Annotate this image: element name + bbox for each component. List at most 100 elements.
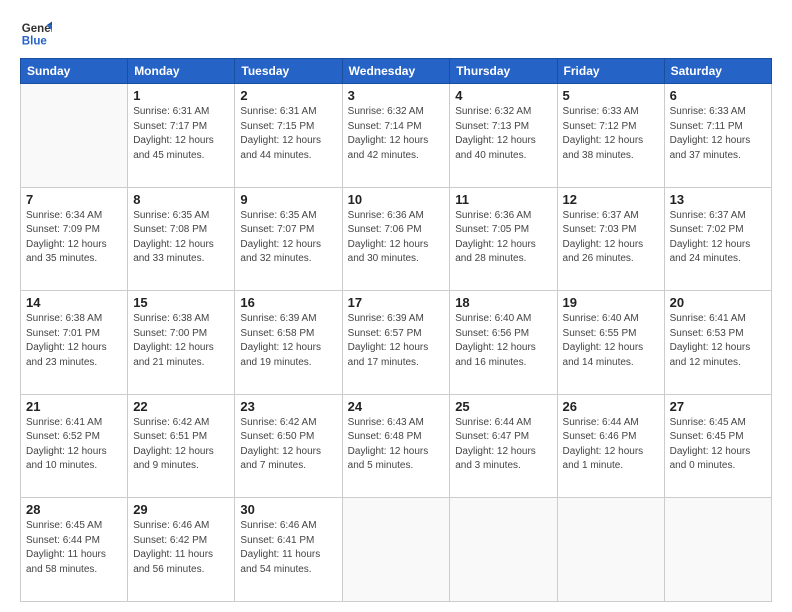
day-info: Sunrise: 6:33 AMSunset: 7:12 PMDaylight:… — [563, 105, 659, 163]
calendar-cell: 28 Sunrise: 6:45 AMSunset: 6:44 PMDayligh… — [21, 498, 128, 602]
calendar-cell: 20 Sunrise: 6:41 AMSunset: 6:53 PMDayligh… — [664, 291, 771, 395]
calendar-cell: 18 Sunrise: 6:40 AMSunset: 6:56 PMDayligh… — [450, 291, 557, 395]
day-number: 8 — [133, 192, 229, 207]
day-number: 16 — [240, 295, 336, 310]
calendar-cell: 15Sunrise: 6:38 AMSunset: 7:00 PMDayligh… — [128, 291, 235, 395]
day-info: Sunrise: 6:34 AMSunset: 7:09 PMDaylight:… — [26, 209, 122, 267]
day-info: Sunrise: 6:38 AMSunset: 7:01 PMDaylight:… — [26, 312, 122, 370]
day-info: Sunrise: 6:32 AMSunset: 7:13 PMDaylight:… — [455, 105, 551, 163]
svg-text:Blue: Blue — [22, 36, 48, 48]
calendar-cell: 27Sunrise: 6:45 AMSunset: 6:45 PMDayligh… — [664, 394, 771, 498]
day-number: 4 — [455, 88, 551, 103]
calendar-cell: 9 Sunrise: 6:35 AMSunset: 7:07 PMDaylight… — [235, 187, 342, 291]
col-header-sunday: Sunday — [21, 59, 128, 84]
calendar-cell: 6Sunrise: 6:33 AMSunset: 7:11 PMDaylight… — [664, 84, 771, 188]
calendar-cell: 13 Sunrise: 6:37 AMSunset: 7:02 PMDayligh… — [664, 187, 771, 291]
calendar-cell: 16 Sunrise: 6:39 AMSunset: 6:58 PMDayligh… — [235, 291, 342, 395]
day-number: 7 — [26, 192, 122, 207]
logo-icon: General Blue — [20, 18, 52, 50]
calendar-cell: 29 Sunrise: 6:46 AMSunset: 6:42 PMDayligh… — [128, 498, 235, 602]
day-number: 12 — [563, 192, 659, 207]
day-info: Sunrise: 6:35 AMSunset: 7:08 PMDaylight:… — [133, 209, 229, 267]
calendar-cell: 19 Sunrise: 6:40 AMSunset: 6:55 PMDayligh… — [557, 291, 664, 395]
day-number: 25 — [455, 399, 551, 414]
day-number: 21 — [26, 399, 122, 414]
calendar-cell: 8 Sunrise: 6:35 AMSunset: 7:08 PMDaylight… — [128, 187, 235, 291]
day-number: 30 — [240, 502, 336, 517]
day-number: 22 — [133, 399, 229, 414]
day-info: Sunrise: 6:44 AMSunset: 6:47 PMDaylight:… — [455, 416, 551, 474]
day-info: Sunrise: 6:41 AMSunset: 6:52 PMDaylight:… — [26, 416, 122, 474]
col-header-monday: Monday — [128, 59, 235, 84]
calendar-cell: 2 Sunrise: 6:31 AMSunset: 7:15 PMDaylight… — [235, 84, 342, 188]
day-info: Sunrise: 6:46 AMSunset: 6:42 PMDaylight:… — [133, 519, 229, 577]
calendar-cell — [342, 498, 450, 602]
day-info: Sunrise: 6:32 AMSunset: 7:14 PMDaylight:… — [348, 105, 445, 163]
day-info: Sunrise: 6:37 AMSunset: 7:02 PMDaylight:… — [670, 209, 766, 267]
day-number: 18 — [455, 295, 551, 310]
day-number: 29 — [133, 502, 229, 517]
calendar-cell: 23 Sunrise: 6:42 AMSunset: 6:50 PMDayligh… — [235, 394, 342, 498]
day-info: Sunrise: 6:41 AMSunset: 6:53 PMDaylight:… — [670, 312, 766, 370]
day-number: 20 — [670, 295, 766, 310]
day-info: Sunrise: 6:36 AMSunset: 7:05 PMDaylight:… — [455, 209, 551, 267]
calendar-cell — [557, 498, 664, 602]
calendar-cell: 21 Sunrise: 6:41 AMSunset: 6:52 PMDayligh… — [21, 394, 128, 498]
day-info: Sunrise: 6:40 AMSunset: 6:56 PMDaylight:… — [455, 312, 551, 370]
calendar-cell: 12 Sunrise: 6:37 AMSunset: 7:03 PMDayligh… — [557, 187, 664, 291]
calendar-cell: 22 Sunrise: 6:42 AMSunset: 6:51 PMDayligh… — [128, 394, 235, 498]
day-info: Sunrise: 6:35 AMSunset: 7:07 PMDaylight:… — [240, 209, 336, 267]
calendar-cell — [450, 498, 557, 602]
day-number: 26 — [563, 399, 659, 414]
calendar-cell: 5 Sunrise: 6:33 AMSunset: 7:12 PMDaylight… — [557, 84, 664, 188]
day-info: Sunrise: 6:39 AMSunset: 6:58 PMDaylight:… — [240, 312, 336, 370]
day-info: Sunrise: 6:42 AMSunset: 6:51 PMDaylight:… — [133, 416, 229, 474]
calendar-cell: 17 Sunrise: 6:39 AMSunset: 6:57 PMDayligh… — [342, 291, 450, 395]
day-number: 3 — [348, 88, 445, 103]
calendar-cell: 3 Sunrise: 6:32 AMSunset: 7:14 PMDaylight… — [342, 84, 450, 188]
calendar-cell: 10Sunrise: 6:36 AMSunset: 7:06 PMDayligh… — [342, 187, 450, 291]
calendar-cell: 25 Sunrise: 6:44 AMSunset: 6:47 PMDayligh… — [450, 394, 557, 498]
day-number: 11 — [455, 192, 551, 207]
col-header-thursday: Thursday — [450, 59, 557, 84]
day-number: 5 — [563, 88, 659, 103]
col-header-friday: Friday — [557, 59, 664, 84]
day-info: Sunrise: 6:31 AMSunset: 7:15 PMDaylight:… — [240, 105, 336, 163]
calendar: SundayMondayTuesdayWednesdayThursdayFrid… — [20, 58, 772, 602]
day-number: 17 — [348, 295, 445, 310]
calendar-cell: 7 Sunrise: 6:34 AMSunset: 7:09 PMDaylight… — [21, 187, 128, 291]
day-info: Sunrise: 6:45 AMSunset: 6:45 PMDaylight:… — [670, 416, 766, 474]
day-info: Sunrise: 6:44 AMSunset: 6:46 PMDaylight:… — [563, 416, 659, 474]
day-info: Sunrise: 6:37 AMSunset: 7:03 PMDaylight:… — [563, 209, 659, 267]
col-header-saturday: Saturday — [664, 59, 771, 84]
day-number: 9 — [240, 192, 336, 207]
day-number: 6 — [670, 88, 766, 103]
day-number: 15 — [133, 295, 229, 310]
logo: General Blue — [20, 18, 56, 50]
calendar-cell: 30 Sunrise: 6:46 AMSunset: 6:41 PMDayligh… — [235, 498, 342, 602]
day-number: 13 — [670, 192, 766, 207]
day-info: Sunrise: 6:31 AMSunset: 7:17 PMDaylight:… — [133, 105, 229, 163]
day-info: Sunrise: 6:39 AMSunset: 6:57 PMDaylight:… — [348, 312, 445, 370]
col-header-wednesday: Wednesday — [342, 59, 450, 84]
day-number: 2 — [240, 88, 336, 103]
day-info: Sunrise: 6:46 AMSunset: 6:41 PMDaylight:… — [240, 519, 336, 577]
col-header-tuesday: Tuesday — [235, 59, 342, 84]
day-number: 24 — [348, 399, 445, 414]
day-number: 19 — [563, 295, 659, 310]
day-info: Sunrise: 6:45 AMSunset: 6:44 PMDaylight:… — [26, 519, 122, 577]
day-number: 23 — [240, 399, 336, 414]
day-number: 14 — [26, 295, 122, 310]
calendar-cell: 1 Sunrise: 6:31 AMSunset: 7:17 PMDaylight… — [128, 84, 235, 188]
day-number: 1 — [133, 88, 229, 103]
day-number: 28 — [26, 502, 122, 517]
calendar-cell: 11 Sunrise: 6:36 AMSunset: 7:05 PMDayligh… — [450, 187, 557, 291]
day-info: Sunrise: 6:43 AMSunset: 6:48 PMDaylight:… — [348, 416, 445, 474]
calendar-cell: 24 Sunrise: 6:43 AMSunset: 6:48 PMDayligh… — [342, 394, 450, 498]
calendar-cell: 4 Sunrise: 6:32 AMSunset: 7:13 PMDaylight… — [450, 84, 557, 188]
calendar-cell: 14 Sunrise: 6:38 AMSunset: 7:01 PMDayligh… — [21, 291, 128, 395]
day-info: Sunrise: 6:40 AMSunset: 6:55 PMDaylight:… — [563, 312, 659, 370]
day-number: 10 — [348, 192, 445, 207]
calendar-cell — [664, 498, 771, 602]
day-info: Sunrise: 6:42 AMSunset: 6:50 PMDaylight:… — [240, 416, 336, 474]
